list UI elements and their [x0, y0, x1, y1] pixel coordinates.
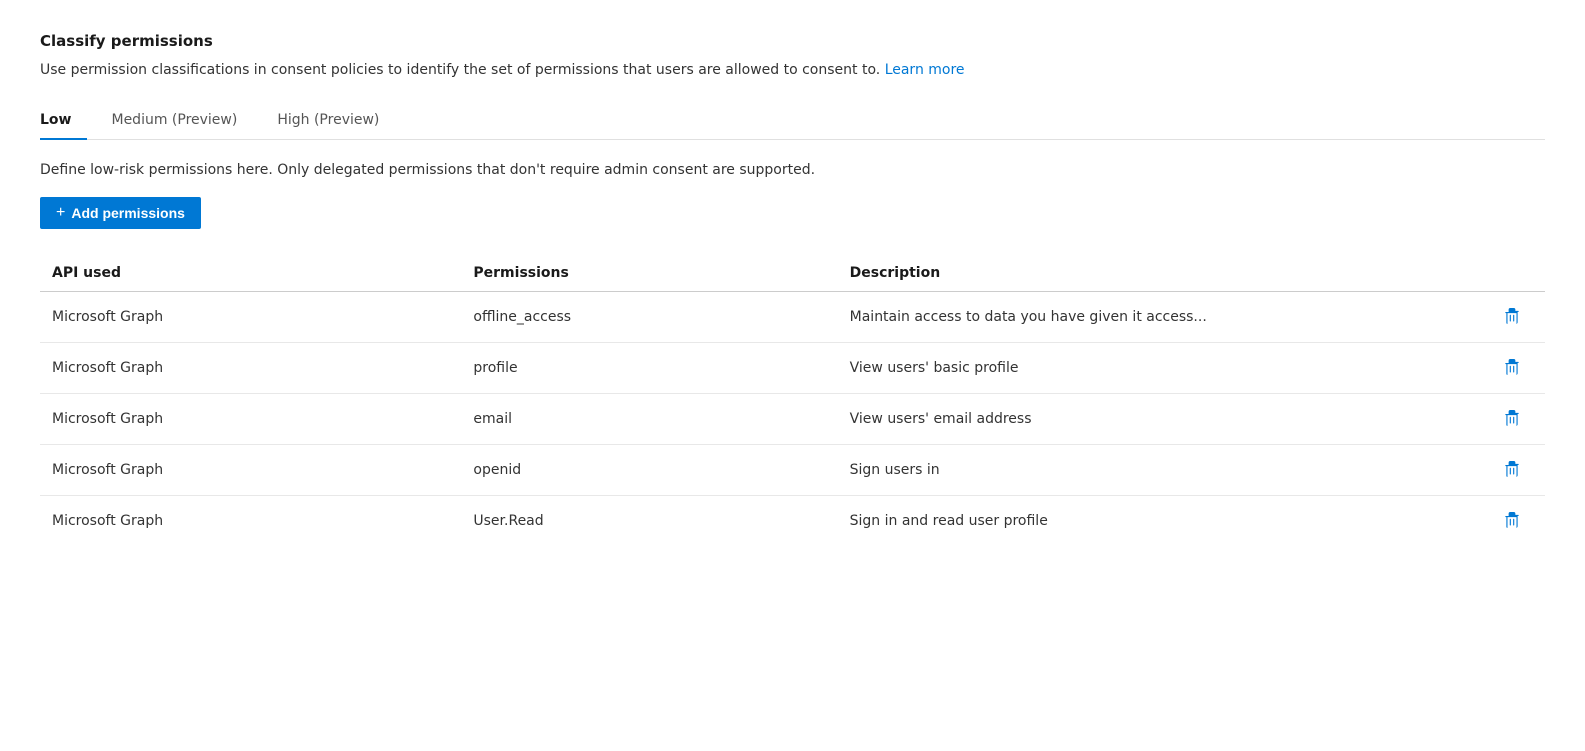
subtitle-text: Define low-risk permissions here. Only d…: [40, 160, 1545, 181]
trash-icon: [1503, 410, 1521, 428]
cell-api: Microsoft Graph: [40, 445, 461, 496]
learn-more-link[interactable]: Learn more: [885, 62, 965, 78]
table-row: Microsoft GraphopenidSign users in: [40, 445, 1545, 496]
delete-row-button[interactable]: [1497, 508, 1527, 534]
col-header-api: API used: [40, 257, 461, 292]
cell-permissions: User.Read: [461, 496, 837, 547]
delete-row-button[interactable]: [1497, 304, 1527, 330]
cell-description: Sign users in: [838, 445, 1485, 496]
cell-action: [1485, 394, 1545, 445]
col-header-permissions: Permissions: [461, 257, 837, 292]
tabs-container: Low Medium (Preview) High (Preview): [40, 103, 1545, 140]
delete-row-button[interactable]: [1497, 406, 1527, 432]
delete-row-button[interactable]: [1497, 457, 1527, 483]
table-row: Microsoft GraphUser.ReadSign in and read…: [40, 496, 1545, 547]
cell-permissions: offline_access: [461, 292, 837, 343]
cell-description: Maintain access to data you have given i…: [838, 292, 1485, 343]
cell-permissions: email: [461, 394, 837, 445]
col-header-description: Description: [838, 257, 1485, 292]
plus-icon: +: [56, 205, 65, 221]
cell-permissions: openid: [461, 445, 837, 496]
add-permissions-button[interactable]: + Add permissions: [40, 197, 201, 229]
col-header-action: [1485, 257, 1545, 292]
trash-icon: [1503, 461, 1521, 479]
page-description: Use permission classifications in consen…: [40, 60, 1545, 81]
permissions-table: API used Permissions Description Microso…: [40, 257, 1545, 546]
table-row: Microsoft GraphprofileView users' basic …: [40, 343, 1545, 394]
add-permissions-label: Add permissions: [71, 205, 185, 221]
cell-description: View users' basic profile: [838, 343, 1485, 394]
table-row: Microsoft GraphemailView users' email ad…: [40, 394, 1545, 445]
cell-description: Sign in and read user profile: [838, 496, 1485, 547]
delete-row-button[interactable]: [1497, 355, 1527, 381]
description-text: Use permission classifications in consen…: [40, 62, 880, 78]
tab-low[interactable]: Low: [40, 104, 87, 140]
trash-icon: [1503, 512, 1521, 530]
table-row: Microsoft Graphoffline_accessMaintain ac…: [40, 292, 1545, 343]
cell-action: [1485, 343, 1545, 394]
cell-description: View users' email address: [838, 394, 1485, 445]
cell-action: [1485, 445, 1545, 496]
cell-api: Microsoft Graph: [40, 394, 461, 445]
cell-action: [1485, 292, 1545, 343]
tab-high[interactable]: High (Preview): [277, 104, 395, 140]
page-title: Classify permissions: [40, 32, 1545, 50]
cell-action: [1485, 496, 1545, 547]
tab-medium[interactable]: Medium (Preview): [111, 104, 253, 140]
trash-icon: [1503, 359, 1521, 377]
cell-api: Microsoft Graph: [40, 292, 461, 343]
cell-api: Microsoft Graph: [40, 343, 461, 394]
cell-permissions: profile: [461, 343, 837, 394]
table-header-row: API used Permissions Description: [40, 257, 1545, 292]
cell-api: Microsoft Graph: [40, 496, 461, 547]
trash-icon: [1503, 308, 1521, 326]
